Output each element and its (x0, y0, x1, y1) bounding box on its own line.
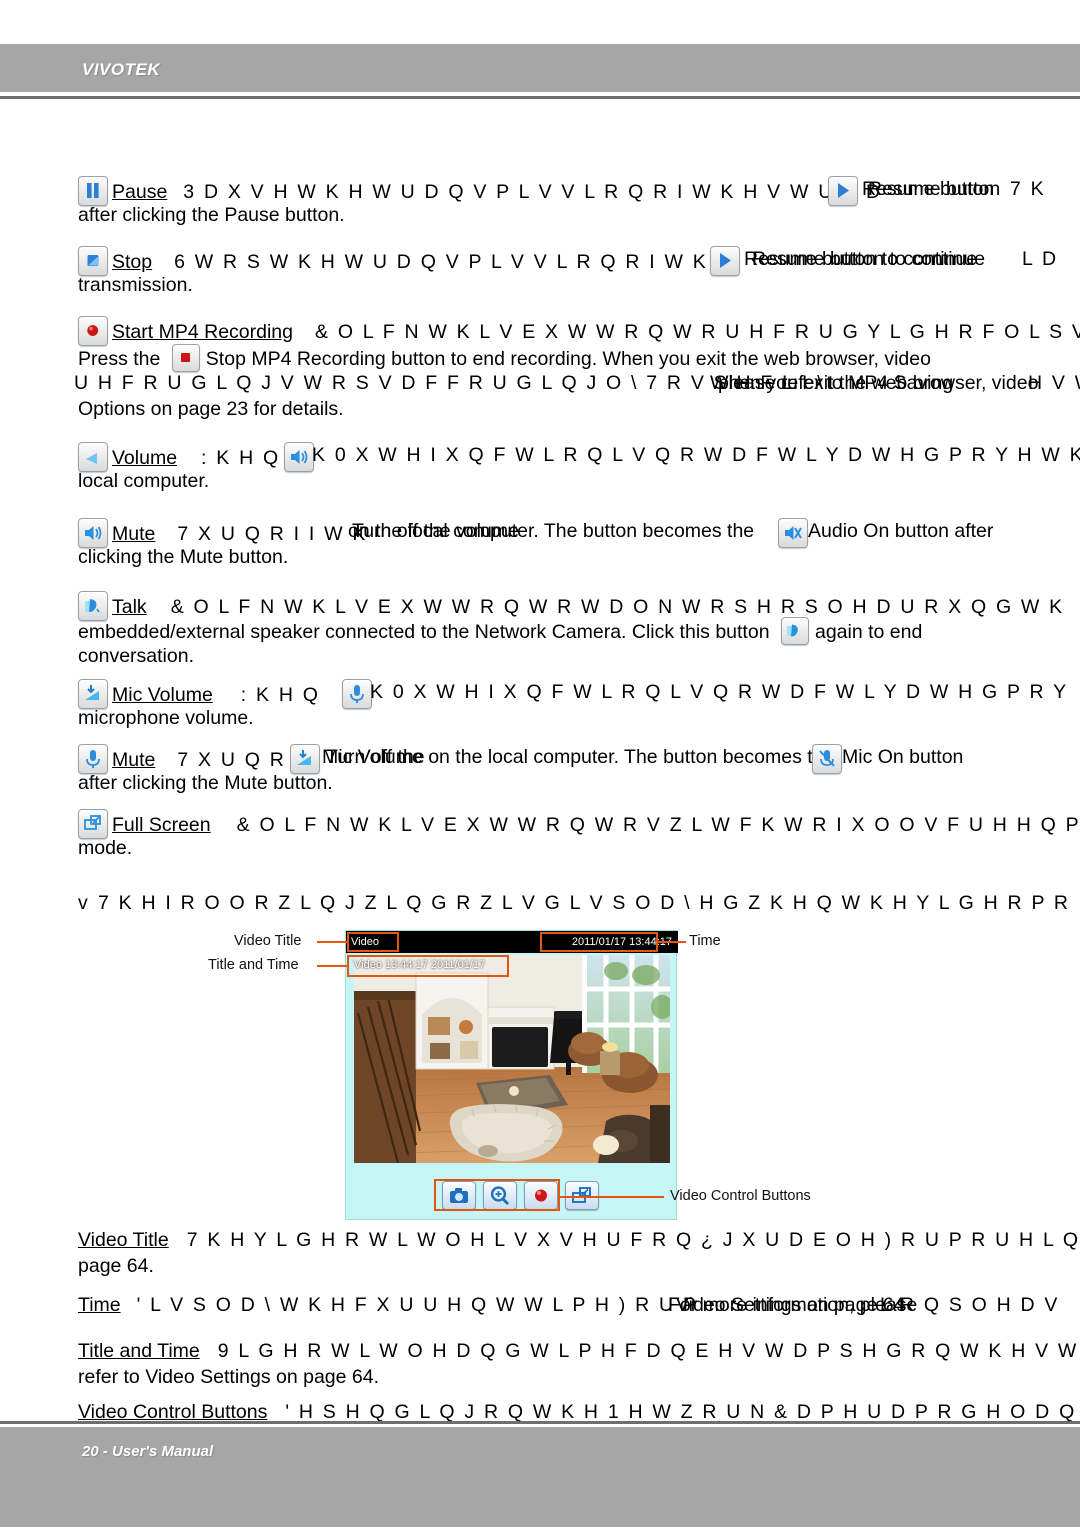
entry-term-pause: Pause (112, 181, 168, 203)
entry-body-volume: : K H Q (201, 447, 281, 469)
stop-overlay-b: Resume button to continue (752, 248, 986, 270)
entry-talk-line2: embedded/external speaker connected to t… (78, 617, 922, 645)
callout-label-time: Time (689, 933, 721, 949)
talk-line2-post: again to end (814, 621, 923, 643)
page-footer-bar (0, 1427, 1080, 1527)
glossary-term-video-control-buttons: Video Control Buttons (78, 1401, 268, 1423)
talk-line2-pre: embedded/external speaker connected to t… (78, 621, 770, 643)
entry-mute-audio-line2: clicking the Mute button. (78, 546, 289, 568)
glossary-body-video-title: 7 K H Y L G H R W L W O H L V X V H U F … (186, 1229, 1080, 1251)
entry-fullscreen-line2: mode. (78, 837, 133, 859)
glossary-body-video-control-buttons: ' H S H Q G L Q J R Q W K H 1 H W Z R U … (285, 1401, 1080, 1423)
entry-start-mp4-line2: Press the Stop MP4 Recording button to e… (78, 344, 931, 372)
talk-icon-2 (780, 617, 809, 645)
entry-pause-line2: after clicking the Pause button. (78, 204, 345, 226)
entry-talk-line3: conversation. (78, 645, 194, 667)
mic-on-icon (812, 744, 842, 774)
entry-term-mute-audio: Mute (112, 523, 156, 545)
speaker-icon (284, 442, 314, 472)
callout-box-video-controls (434, 1179, 560, 1211)
entry-term-start-mp4: Start MP4 Recording (112, 321, 293, 343)
entry-body-start-mp4: & O L F N W K L V E X W W R Q W R U H F … (315, 321, 1080, 343)
glossary-body-time: ' L V S O D \ W K H F X U U H Q W W L P … (136, 1294, 699, 1316)
audio-on-icon-wrap (778, 518, 812, 548)
callout-label-video-controls: Video Control Buttons (670, 1188, 811, 1204)
entry-body-fullscreen: & O L F N W K L V E X W W R Q W R V Z L … (236, 814, 1080, 836)
glossary-body-title-and-time: 9 L G H R W L W O H D Q G W L P H F D Q … (217, 1340, 1080, 1362)
page-content: Pause 3 D X V H W K H W U D Q V P L V V L… (0, 0, 1080, 1527)
callout-box-video-title (347, 932, 399, 952)
entry-body-stop: 6 W R S W K H W U D Q V P L V V L R Q R … (174, 251, 708, 273)
entry-start-mp4: Start MP4 Recording & O L F N W K L V E X… (78, 316, 1080, 346)
press-the-label: Press the (78, 348, 161, 370)
entry-stop-line2: transmission. (78, 274, 193, 296)
entry-start-mp4-line4: Options on page 23 for details. (78, 398, 344, 420)
record-icon (78, 316, 108, 346)
video-overlay-text: Video 13:44:17 2011/01/17 (354, 959, 486, 971)
entry-body-mic-volume: : K H Q (240, 684, 321, 706)
entry-volume-line2: local computer. (78, 470, 210, 492)
bullet-text: 7 K H I R O O R Z L Q J Z L Q G R Z L V … (98, 892, 1071, 914)
entry-term-mute-mic: Mute (112, 749, 156, 771)
pause-overlay-b: Resume button (868, 178, 1001, 200)
stop-resume-icon-wrap (710, 246, 744, 276)
glossary-title-and-time: Title and Time 9 L G H R W L W O H D Q G … (78, 1338, 1080, 1364)
play-resume-icon (828, 176, 858, 206)
footer-divider (0, 1421, 1080, 1424)
footer-page-label: 20 - User's Manual (82, 1443, 214, 1460)
entry-term-talk: Talk (112, 596, 147, 618)
mute-audio-overlay-b: Turn off the volume (352, 520, 519, 542)
callout-box-time (540, 932, 658, 952)
entry-body-talk: & O L F N W K L V E X W W R Q W R W D O … (170, 596, 1065, 618)
mp4-garbled-tail: H V W (1028, 372, 1080, 394)
entry-term-stop: Stop (112, 251, 153, 273)
stop-mp4-sentence: Stop MP4 Recording button to end recordi… (205, 348, 931, 370)
mic-on-tail: Mic On button (842, 746, 964, 768)
glossary-title-and-time-line2: refer to Video Settings on page 64. (78, 1366, 380, 1388)
bullet-marker: v (78, 892, 88, 914)
glossary-time: Time ' L V S O D \ W K H F X U U H Q W W … (78, 1292, 698, 1318)
pause-resume-icon-wrap (828, 176, 862, 206)
video-still-image (354, 955, 670, 1163)
mute-mic-overlay-b: Turn off the (326, 746, 425, 768)
entry-term-volume: Volume (112, 447, 178, 469)
glossary-video-title-line2: page 64. (78, 1255, 154, 1277)
callout-label-video-title: Video Title (234, 933, 302, 949)
entry-term-fullscreen: Full Screen (112, 814, 211, 836)
mic-icon (342, 679, 372, 709)
callout-line-video-title (317, 941, 347, 943)
mp4-overlay-b: When you exit the web browser, video (710, 372, 1039, 394)
stop-garbled-tail: L D (1022, 248, 1059, 270)
audio-on-icon (778, 518, 808, 548)
entry-body-mute-audio: 7 X U Q R I I W K (177, 523, 368, 545)
play-resume-icon-2 (710, 246, 740, 276)
entry-term-mic-volume: Mic Volume (112, 684, 213, 706)
entry-body-volume-b: K 0 X W H I X Q F W L R Q L V Q R W D F … (312, 444, 1080, 466)
entry-fullscreen: Full Screen & O L F N W K L V E X W W R Q… (78, 809, 1080, 839)
glossary-term-video-title: Video Title (78, 1229, 169, 1251)
entry-body-pause: 3 D X V H W K H W U D Q V P L V V L R Q … (183, 181, 883, 203)
glossary-term-title-and-time: Title and Time (78, 1340, 200, 1362)
callout-line-time (658, 941, 686, 943)
glossary-video-title: Video Title 7 K H Y L G H R W L W O H L V… (78, 1227, 1080, 1253)
entry-body-mic-volume-b: K 0 X W H I X Q F W L R Q L V Q R W D F … (370, 681, 1069, 703)
glossary-term-time: Time (78, 1294, 121, 1316)
glossary-time-tail: L R Q S O H D V (880, 1294, 1060, 1316)
callout-line-video-controls (560, 1196, 664, 1198)
pause-garbled-tail: 7 K (1010, 178, 1046, 200)
callout-line-title-and-time (317, 965, 347, 967)
audio-on-tail: Audio On button after (808, 520, 994, 542)
stop-record-icon (171, 344, 200, 372)
entry-mute-mic-line2: after clicking the Mute button. (78, 772, 333, 794)
entry-mic-volume-line2: microphone volume. (78, 707, 254, 729)
callout-label-title-and-time: Title and Time (208, 957, 299, 973)
mic-on-icon-wrap (812, 744, 846, 774)
